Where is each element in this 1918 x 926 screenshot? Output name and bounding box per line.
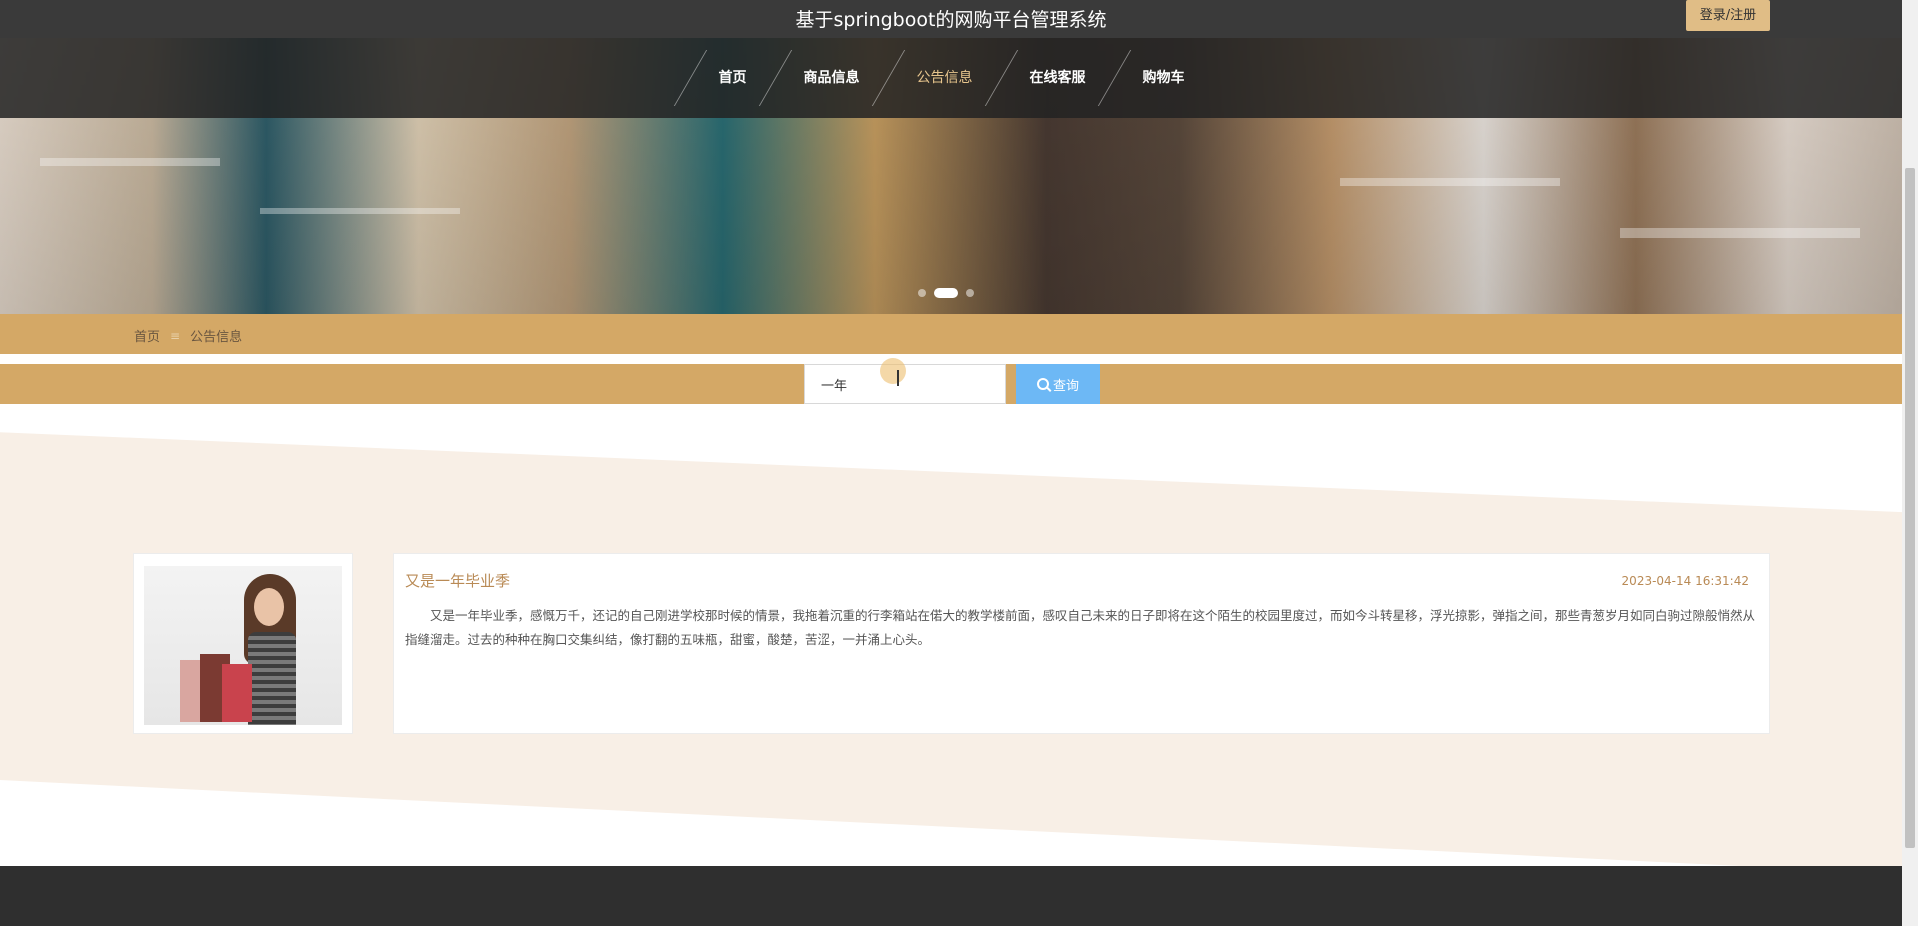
notice-card[interactable]: 又是一年毕业季 2023-04-14 16:31:42 又是一年毕业季，感慨万千… xyxy=(393,553,1770,734)
nav-item-notices[interactable]: 公告信息 xyxy=(889,38,1001,118)
login-register-button[interactable]: 登录/注册 xyxy=(1686,0,1770,31)
banner-shelf-decoration xyxy=(40,158,220,166)
site-title: 基于springboot的网购平台管理系统 xyxy=(795,9,1107,31)
breadcrumb: 首页 ≡ 公告信息 xyxy=(134,326,243,346)
notice-timestamp: 2023-04-14 16:31:42 xyxy=(1621,574,1749,588)
carousel-dot[interactable] xyxy=(966,289,974,297)
text-cursor-icon xyxy=(897,370,899,386)
main-nav: 首页 商品信息 公告信息 在线客服 购物车 xyxy=(0,38,1902,118)
breadcrumb-separator-icon: ≡ xyxy=(170,328,181,343)
top-bar: 基于springboot的网购平台管理系统 登录/注册 xyxy=(0,0,1902,38)
mouse-cursor-highlight xyxy=(880,358,906,384)
carousel-dot-active[interactable] xyxy=(934,288,958,298)
breadcrumb-bar: 首页 ≡ 公告信息 xyxy=(0,314,1902,354)
thumbnail-figure xyxy=(248,632,296,725)
hero-banner: 首页 商品信息 公告信息 在线客服 购物车 xyxy=(0,38,1902,314)
search-bar: 查询 xyxy=(0,364,1902,404)
shopping-bag-shape xyxy=(222,664,252,722)
search-button[interactable]: 查询 xyxy=(1016,364,1100,404)
banner-shelf-decoration xyxy=(260,208,460,214)
search-icon xyxy=(1036,378,1049,390)
nav-item-customer-service[interactable]: 在线客服 xyxy=(1002,38,1114,118)
nav-item-home[interactable]: 首页 xyxy=(691,38,775,118)
nav-item-products[interactable]: 商品信息 xyxy=(776,38,888,118)
notice-thumbnail-card[interactable] xyxy=(133,553,353,734)
vertical-scrollbar[interactable] xyxy=(1902,0,1918,926)
scrollbar-thumb[interactable] xyxy=(1905,168,1915,848)
page-footer xyxy=(0,866,1902,926)
breadcrumb-home[interactable]: 首页 xyxy=(134,326,160,345)
banner-shelf-decoration xyxy=(1620,228,1860,238)
breadcrumb-current: 公告信息 xyxy=(190,330,243,345)
thumbnail-figure xyxy=(254,588,284,626)
notice-thumbnail-image[interactable] xyxy=(144,566,342,725)
banner-shelf-decoration xyxy=(1340,178,1560,186)
notice-body: 又是一年毕业季，感慨万千，还记的自己刚进学校那时候的情景，我拖着沉重的行李箱站在… xyxy=(405,608,1756,647)
nav-item-cart[interactable]: 购物车 xyxy=(1115,38,1213,118)
carousel-indicators xyxy=(918,288,974,298)
notice-title[interactable]: 又是一年毕业季 xyxy=(405,570,510,591)
search-button-label: 查询 xyxy=(1052,377,1079,393)
carousel-dot[interactable] xyxy=(918,289,926,297)
